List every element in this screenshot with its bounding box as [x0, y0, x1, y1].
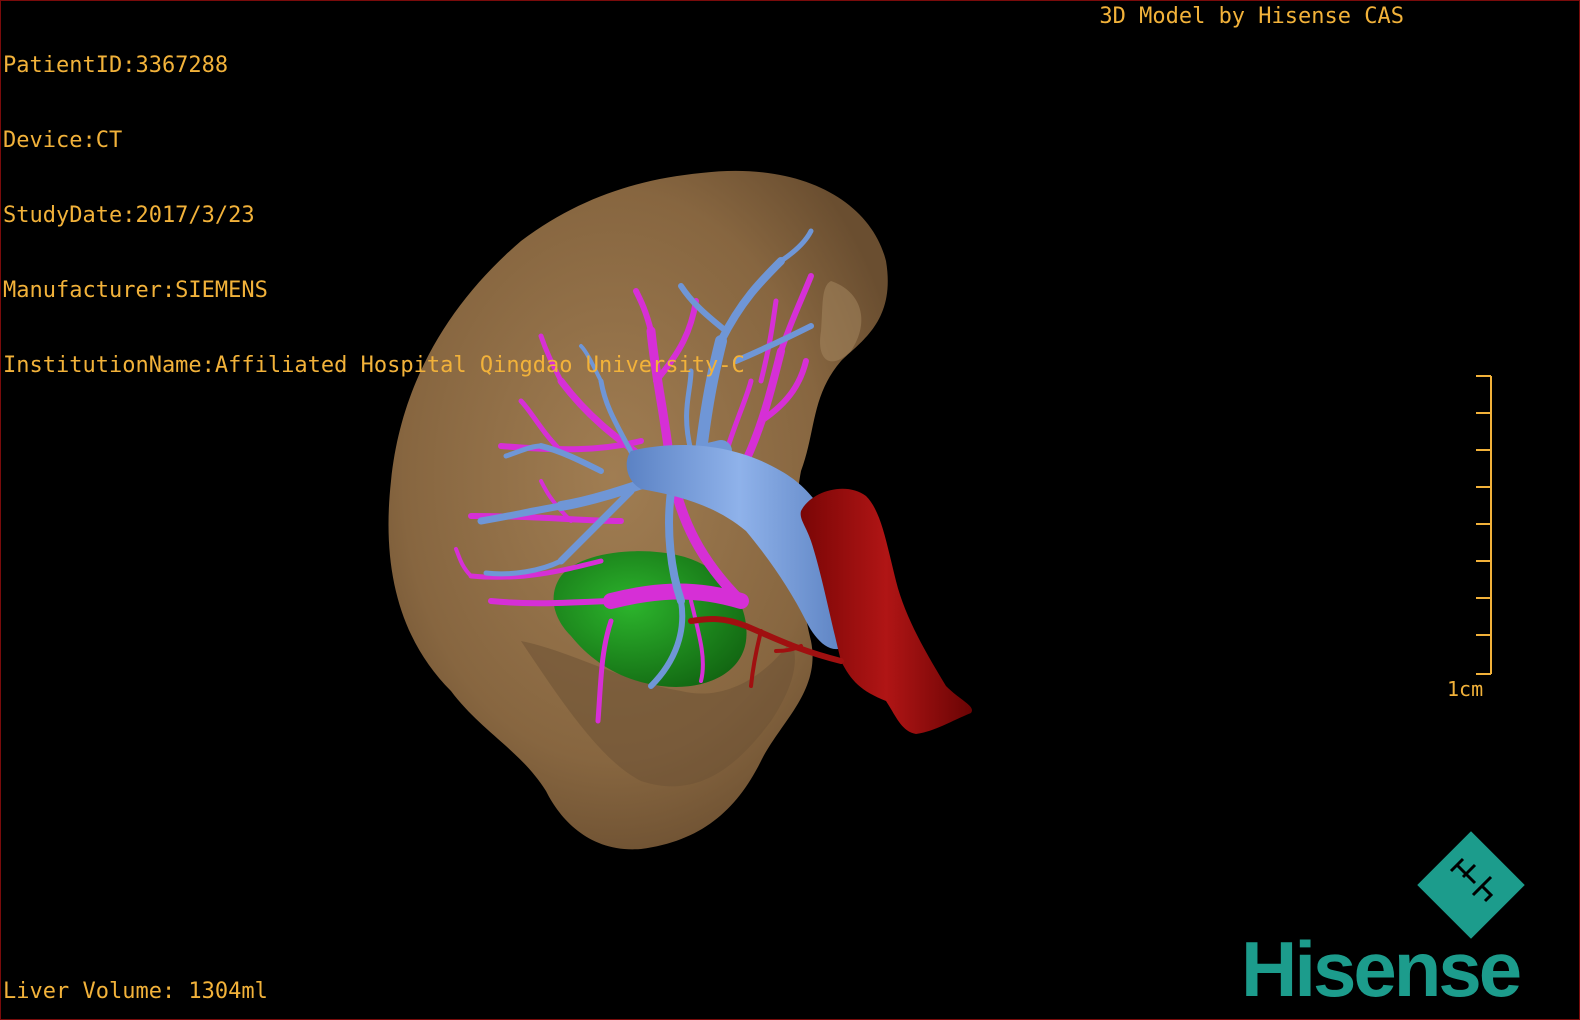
- patient-id: PatientID:3367288: [3, 53, 229, 78]
- hisense-logo: Hisense: [1241, 925, 1522, 1013]
- model-credit: 3D Model by Hisense CAS: [1099, 4, 1404, 29]
- manufacturer: Manufacturer:SIEMENS: [3, 278, 268, 303]
- institution-name: InstitutionName:Affiliated Hospital Qing…: [3, 353, 745, 378]
- study-metadata: PatientID:3367288 Device:CT StudyDate:20…: [3, 3, 745, 428]
- device: Device:CT: [3, 128, 123, 153]
- scale-bar-label: 1cm: [1447, 677, 1484, 701]
- render-viewport[interactable]: PatientID:3367288 Device:CT StudyDate:20…: [0, 0, 1580, 1020]
- study-date: StudyDate:2017/3/23: [3, 203, 255, 228]
- scale-bar: [1476, 375, 1492, 675]
- brand-emblem: [1417, 831, 1525, 939]
- liver-volume: Liver Volume: 1304ml: [3, 979, 268, 1004]
